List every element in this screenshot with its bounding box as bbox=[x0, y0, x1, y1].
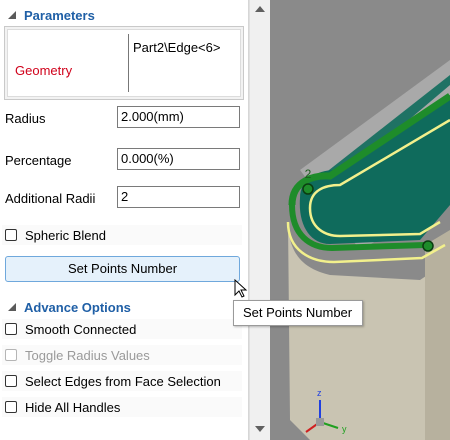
spheric-blend-label: Spheric Blend bbox=[25, 227, 106, 243]
percentage-input[interactable]: 0.000(%) bbox=[117, 148, 240, 170]
checkbox-box bbox=[5, 349, 17, 361]
geometry-selector-inner[interactable]: Geometry Part2\Edge<6> bbox=[7, 29, 241, 97]
model-view[interactable]: 2 z y bbox=[270, 0, 450, 440]
advance-options-title: Advance Options bbox=[24, 299, 131, 315]
body-side-dark bbox=[425, 230, 450, 440]
3d-viewport[interactable]: 2 z y bbox=[270, 0, 450, 440]
option-label: Smooth Connected bbox=[25, 321, 137, 337]
advance-options-section-header[interactable]: Advance Options bbox=[0, 296, 131, 318]
collapse-arrow-icon[interactable] bbox=[8, 11, 16, 19]
parameters-title: Parameters bbox=[24, 7, 95, 23]
chevron-up-icon[interactable] bbox=[255, 6, 265, 12]
option-label: Toggle Radius Values bbox=[25, 347, 150, 363]
percentage-label: Percentage bbox=[5, 153, 72, 168]
option-label: Hide All Handles bbox=[25, 399, 121, 415]
checkbox-box[interactable] bbox=[5, 401, 17, 413]
checkbox-box[interactable] bbox=[5, 323, 17, 335]
smooth-connected-checkbox[interactable]: Smooth Connected bbox=[5, 319, 136, 339]
tooltip: Set Points Number bbox=[233, 300, 363, 326]
triad-origin-icon bbox=[316, 418, 324, 426]
checkbox-box[interactable] bbox=[5, 375, 17, 387]
select-edges-from-face-selection-checkbox[interactable]: Select Edges from Face Selection bbox=[5, 371, 221, 391]
option-label: Select Edges from Face Selection bbox=[25, 373, 221, 389]
additional-radii-input[interactable]: 2 bbox=[117, 186, 240, 208]
radius-input[interactable]: 2.000(mm) bbox=[117, 106, 240, 128]
set-points-number-button[interactable]: Set Points Number bbox=[5, 256, 240, 282]
axis-y-label: y bbox=[342, 424, 347, 434]
axis-z-label: z bbox=[317, 388, 322, 398]
geometry-label: Geometry bbox=[15, 63, 73, 78]
vertical-scrollbar[interactable] bbox=[249, 0, 270, 440]
collapse-arrow-icon[interactable] bbox=[8, 303, 16, 311]
scroll-up-button[interactable] bbox=[250, 0, 270, 18]
checkbox-box[interactable] bbox=[5, 229, 17, 241]
radius-label: Radius bbox=[5, 111, 46, 126]
spheric-blend-checkbox[interactable]: Spheric Blend bbox=[5, 225, 106, 245]
geometry-selector[interactable]: Geometry Part2\Edge<6> bbox=[4, 26, 244, 100]
chevron-down-icon[interactable] bbox=[255, 426, 265, 432]
toggle-radius-values-checkbox: Toggle Radius Values bbox=[5, 345, 150, 365]
geometry-value[interactable]: Part2\Edge<6> bbox=[133, 40, 220, 55]
mouse-cursor-icon bbox=[234, 279, 248, 298]
property-panel: Parameters Geometry Part2\Edge<6> Radius… bbox=[0, 0, 248, 440]
additional-radii-label: Additional Radii bbox=[5, 191, 96, 206]
scroll-down-button[interactable] bbox=[250, 420, 270, 438]
blend-handle[interactable] bbox=[302, 183, 314, 195]
geometry-divider bbox=[128, 34, 129, 92]
blend-handle[interactable] bbox=[422, 240, 434, 252]
parameters-section-header[interactable]: Parameters bbox=[0, 4, 95, 26]
handle-label: 2 bbox=[305, 167, 312, 181]
hide-all-handles-checkbox[interactable]: Hide All Handles bbox=[5, 397, 120, 417]
